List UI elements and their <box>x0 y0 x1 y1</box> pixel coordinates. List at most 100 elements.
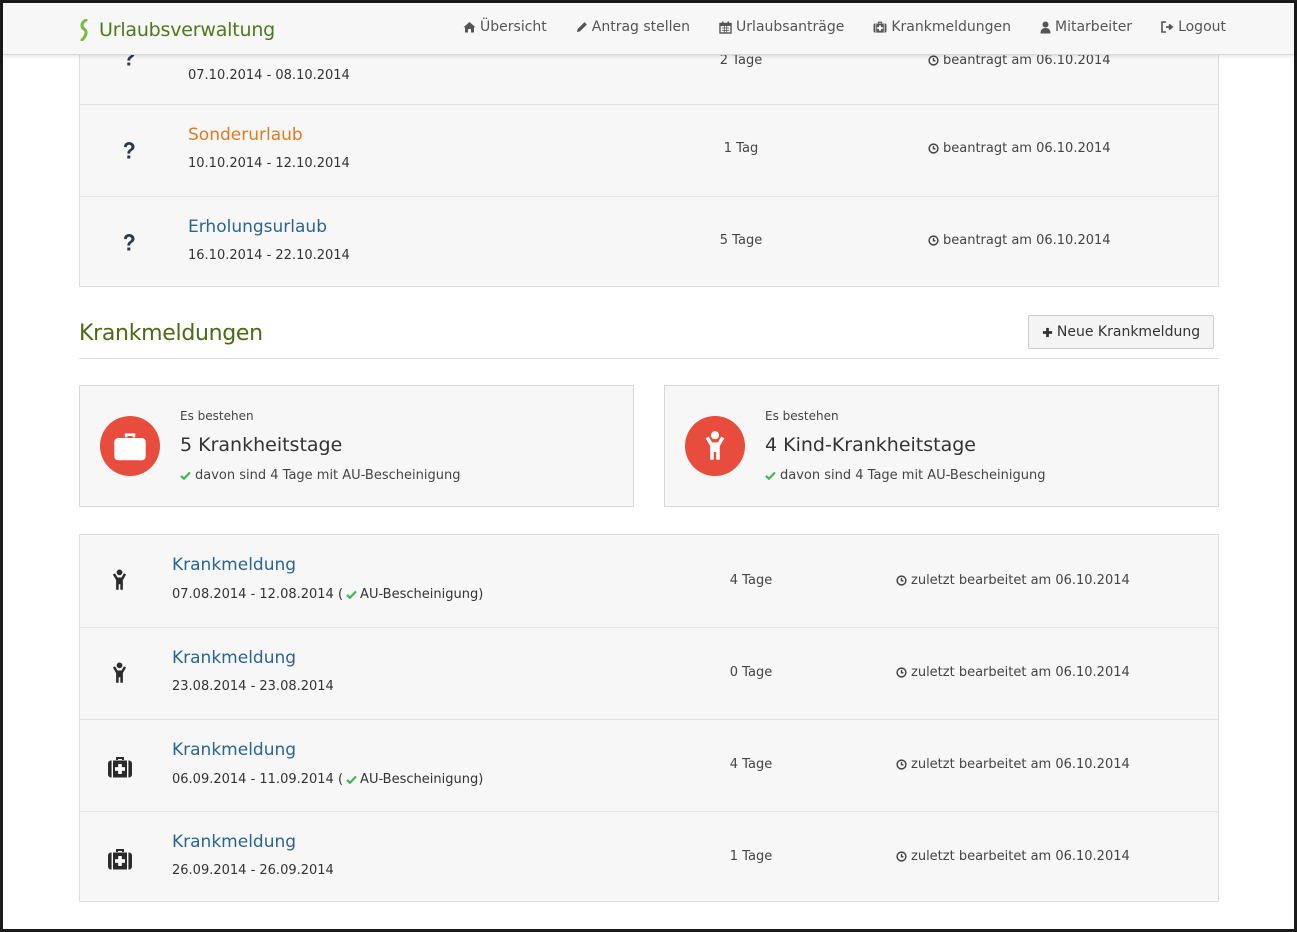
sick-note-days: 4 Tage <box>729 573 773 588</box>
vacation-dates: 10.10.2014 - 12.10.2014 <box>188 156 350 171</box>
check-icon <box>180 471 191 480</box>
list-item[interactable]: Erholungsurlaub 16.10.2014 - 22.10.2014 … <box>80 196 1218 288</box>
child-badge <box>685 416 745 476</box>
vacation-status-text: beantragt am 06.10.2014 <box>943 141 1111 156</box>
au-close-paren: ) <box>478 587 484 602</box>
list-item[interactable]: Krankmeldung 06.09.2014 - 11.09.2014 ( A… <box>80 719 1218 811</box>
sick-note-dates: 23.08.2014 - 23.08.2014 <box>172 679 334 694</box>
main-nav: Übersicht Antrag stellen Urlaubsanträge … <box>434 19 1226 35</box>
au-label: AU-Bescheinigung <box>360 587 479 602</box>
vacation-days: 2 Tage <box>719 53 763 68</box>
sick-note-days: 4 Tage <box>729 757 773 772</box>
nav-antrag-stellen-label: Antrag stellen <box>591 19 691 35</box>
sick-days-stat: Es bestehen 5 Krankheitstage davon sind … <box>79 385 634 507</box>
sick-note-title[interactable]: Krankmeldung <box>172 740 296 760</box>
sick-note-status-text: zuletzt bearbeitet am 06.10.2014 <box>911 573 1130 588</box>
sick-note-date-range: 06.09.2014 - 11.09.2014 <box>172 772 334 787</box>
nav-uebersicht-label: Übersicht <box>480 19 547 35</box>
au-open-paren: ( <box>333 772 344 787</box>
sick-note-days: 1 Tage <box>729 849 773 864</box>
list-item[interactable]: Krankmeldung 23.08.2014 - 23.08.2014 0 T… <box>80 627 1218 719</box>
new-sick-note-label: Neue Krankmeldung <box>1056 324 1201 340</box>
nav-logout-label: Logout <box>1178 19 1226 35</box>
nav-mitarbeiter[interactable]: Mitarbeiter <box>1040 19 1132 35</box>
stat-sub-text: davon sind 4 Tage mit AU-Bescheinigung <box>195 468 461 483</box>
sick-note-dates: 07.08.2014 - 12.08.2014 ( AU-Bescheinigu… <box>172 587 483 602</box>
nav-krankmeldungen[interactable]: Krankmeldungen <box>873 19 1011 35</box>
vacation-status: beantragt am 06.10.2014 <box>928 141 1111 156</box>
medkit-icon <box>107 756 133 778</box>
brand-name: Urlaubsverwaltung <box>99 19 276 41</box>
sick-note-title[interactable]: Krankmeldung <box>172 648 296 668</box>
sick-note-status: zuletzt bearbeitet am 06.10.2014 <box>896 757 1130 772</box>
vacation-dates: 16.10.2014 - 22.10.2014 <box>188 248 350 263</box>
medkit-icon <box>873 21 887 33</box>
pencil-icon <box>576 22 587 32</box>
brand-logo-icon <box>79 19 89 41</box>
au-close-paren: ) <box>478 772 484 787</box>
list-item[interactable]: Krankmeldung 07.08.2014 - 12.08.2014 ( A… <box>80 535 1218 627</box>
brand[interactable]: Urlaubsverwaltung <box>79 17 275 43</box>
clock-icon <box>928 55 939 66</box>
new-sick-note-button[interactable]: Neue Krankmeldung <box>1028 315 1214 349</box>
stat-sub: davon sind 4 Tage mit AU-Bescheinigung <box>180 468 460 483</box>
sign-out-icon <box>1161 21 1174 33</box>
nav-urlaubsantraege-label: Urlaubsanträge <box>736 19 845 35</box>
sick-section-header: Krankmeldungen Neue Krankmeldung <box>79 315 1219 359</box>
list-item[interactable]: Krankmeldung 26.09.2014 - 26.09.2014 1 T… <box>80 811 1218 903</box>
vacation-title[interactable]: Erholungsurlaub <box>188 217 327 237</box>
sick-note-list: Krankmeldung 07.08.2014 - 12.08.2014 ( A… <box>79 534 1219 902</box>
sick-note-status: zuletzt bearbeitet am 06.10.2014 <box>896 573 1130 588</box>
user-icon <box>1040 21 1051 33</box>
sick-note-status: zuletzt bearbeitet am 06.10.2014 <box>896 665 1130 680</box>
nav-urlaubsantraege[interactable]: Urlaubsanträge <box>719 19 844 35</box>
clock-icon <box>896 851 907 862</box>
section-title: Krankmeldungen <box>79 321 263 346</box>
calendar-icon <box>719 21 732 34</box>
top-navbar: Urlaubsverwaltung Übersicht Antrag stell… <box>3 3 1294 55</box>
sick-note-status-text: zuletzt bearbeitet am 06.10.2014 <box>911 665 1130 680</box>
home-icon <box>463 22 476 33</box>
clock-icon <box>928 143 939 154</box>
check-icon <box>346 775 357 784</box>
au-open-paren: ( <box>333 587 344 602</box>
sick-note-status: zuletzt bearbeitet am 06.10.2014 <box>896 849 1130 864</box>
stat-sub-text: davon sind 4 Tage mit AU-Bescheinigung <box>780 468 1046 483</box>
check-icon <box>346 590 357 599</box>
sick-note-dates: 26.09.2014 - 26.09.2014 <box>172 863 334 878</box>
vacation-status-text: beantragt am 06.10.2014 <box>943 233 1111 248</box>
stat-label: Es bestehen <box>765 409 839 423</box>
vacation-title[interactable]: Sonderurlaub <box>188 125 303 145</box>
question-icon <box>122 233 136 253</box>
sick-note-date-range: 07.08.2014 - 12.08.2014 <box>172 587 334 602</box>
sick-note-dates: 06.09.2014 - 11.09.2014 ( AU-Bescheinigu… <box>172 772 483 787</box>
check-icon <box>765 471 776 480</box>
child-icon <box>111 569 128 591</box>
nav-mitarbeiter-label: Mitarbeiter <box>1055 19 1133 35</box>
question-icon <box>122 141 136 161</box>
child-icon <box>111 662 128 684</box>
sick-note-title[interactable]: Krankmeldung <box>172 555 296 575</box>
stat-value: 4 Kind-Krankheitstage <box>765 434 976 456</box>
vacation-dates: 07.10.2014 - 08.10.2014 <box>188 68 350 83</box>
plus-icon <box>1042 327 1053 338</box>
medkit-icon <box>113 432 147 461</box>
sick-note-status-text: zuletzt bearbeitet am 06.10.2014 <box>911 757 1130 772</box>
stat-sub: davon sind 4 Tage mit AU-Bescheinigung <box>765 468 1045 483</box>
list-item[interactable]: Sonderurlaub 10.10.2014 - 12.10.2014 1 T… <box>80 104 1218 196</box>
vacation-status: beantragt am 06.10.2014 <box>928 233 1111 248</box>
vacation-status-text: beantragt am 06.10.2014 <box>943 53 1111 68</box>
clock-icon <box>896 667 907 678</box>
child-icon <box>703 430 727 462</box>
child-sick-days-stat: Es bestehen 4 Kind-Krankheitstage davon … <box>664 385 1219 507</box>
sick-note-title[interactable]: Krankmeldung <box>172 832 296 852</box>
medkit-badge <box>100 416 160 476</box>
nav-antrag-stellen[interactable]: Antrag stellen <box>576 19 690 35</box>
clock-icon <box>896 575 907 586</box>
clock-icon <box>896 759 907 770</box>
nav-krankmeldungen-label: Krankmeldungen <box>891 19 1012 35</box>
nav-logout[interactable]: Logout <box>1161 19 1226 35</box>
nav-uebersicht[interactable]: Übersicht <box>463 19 547 35</box>
clock-icon <box>928 235 939 246</box>
stat-label: Es bestehen <box>180 409 254 423</box>
